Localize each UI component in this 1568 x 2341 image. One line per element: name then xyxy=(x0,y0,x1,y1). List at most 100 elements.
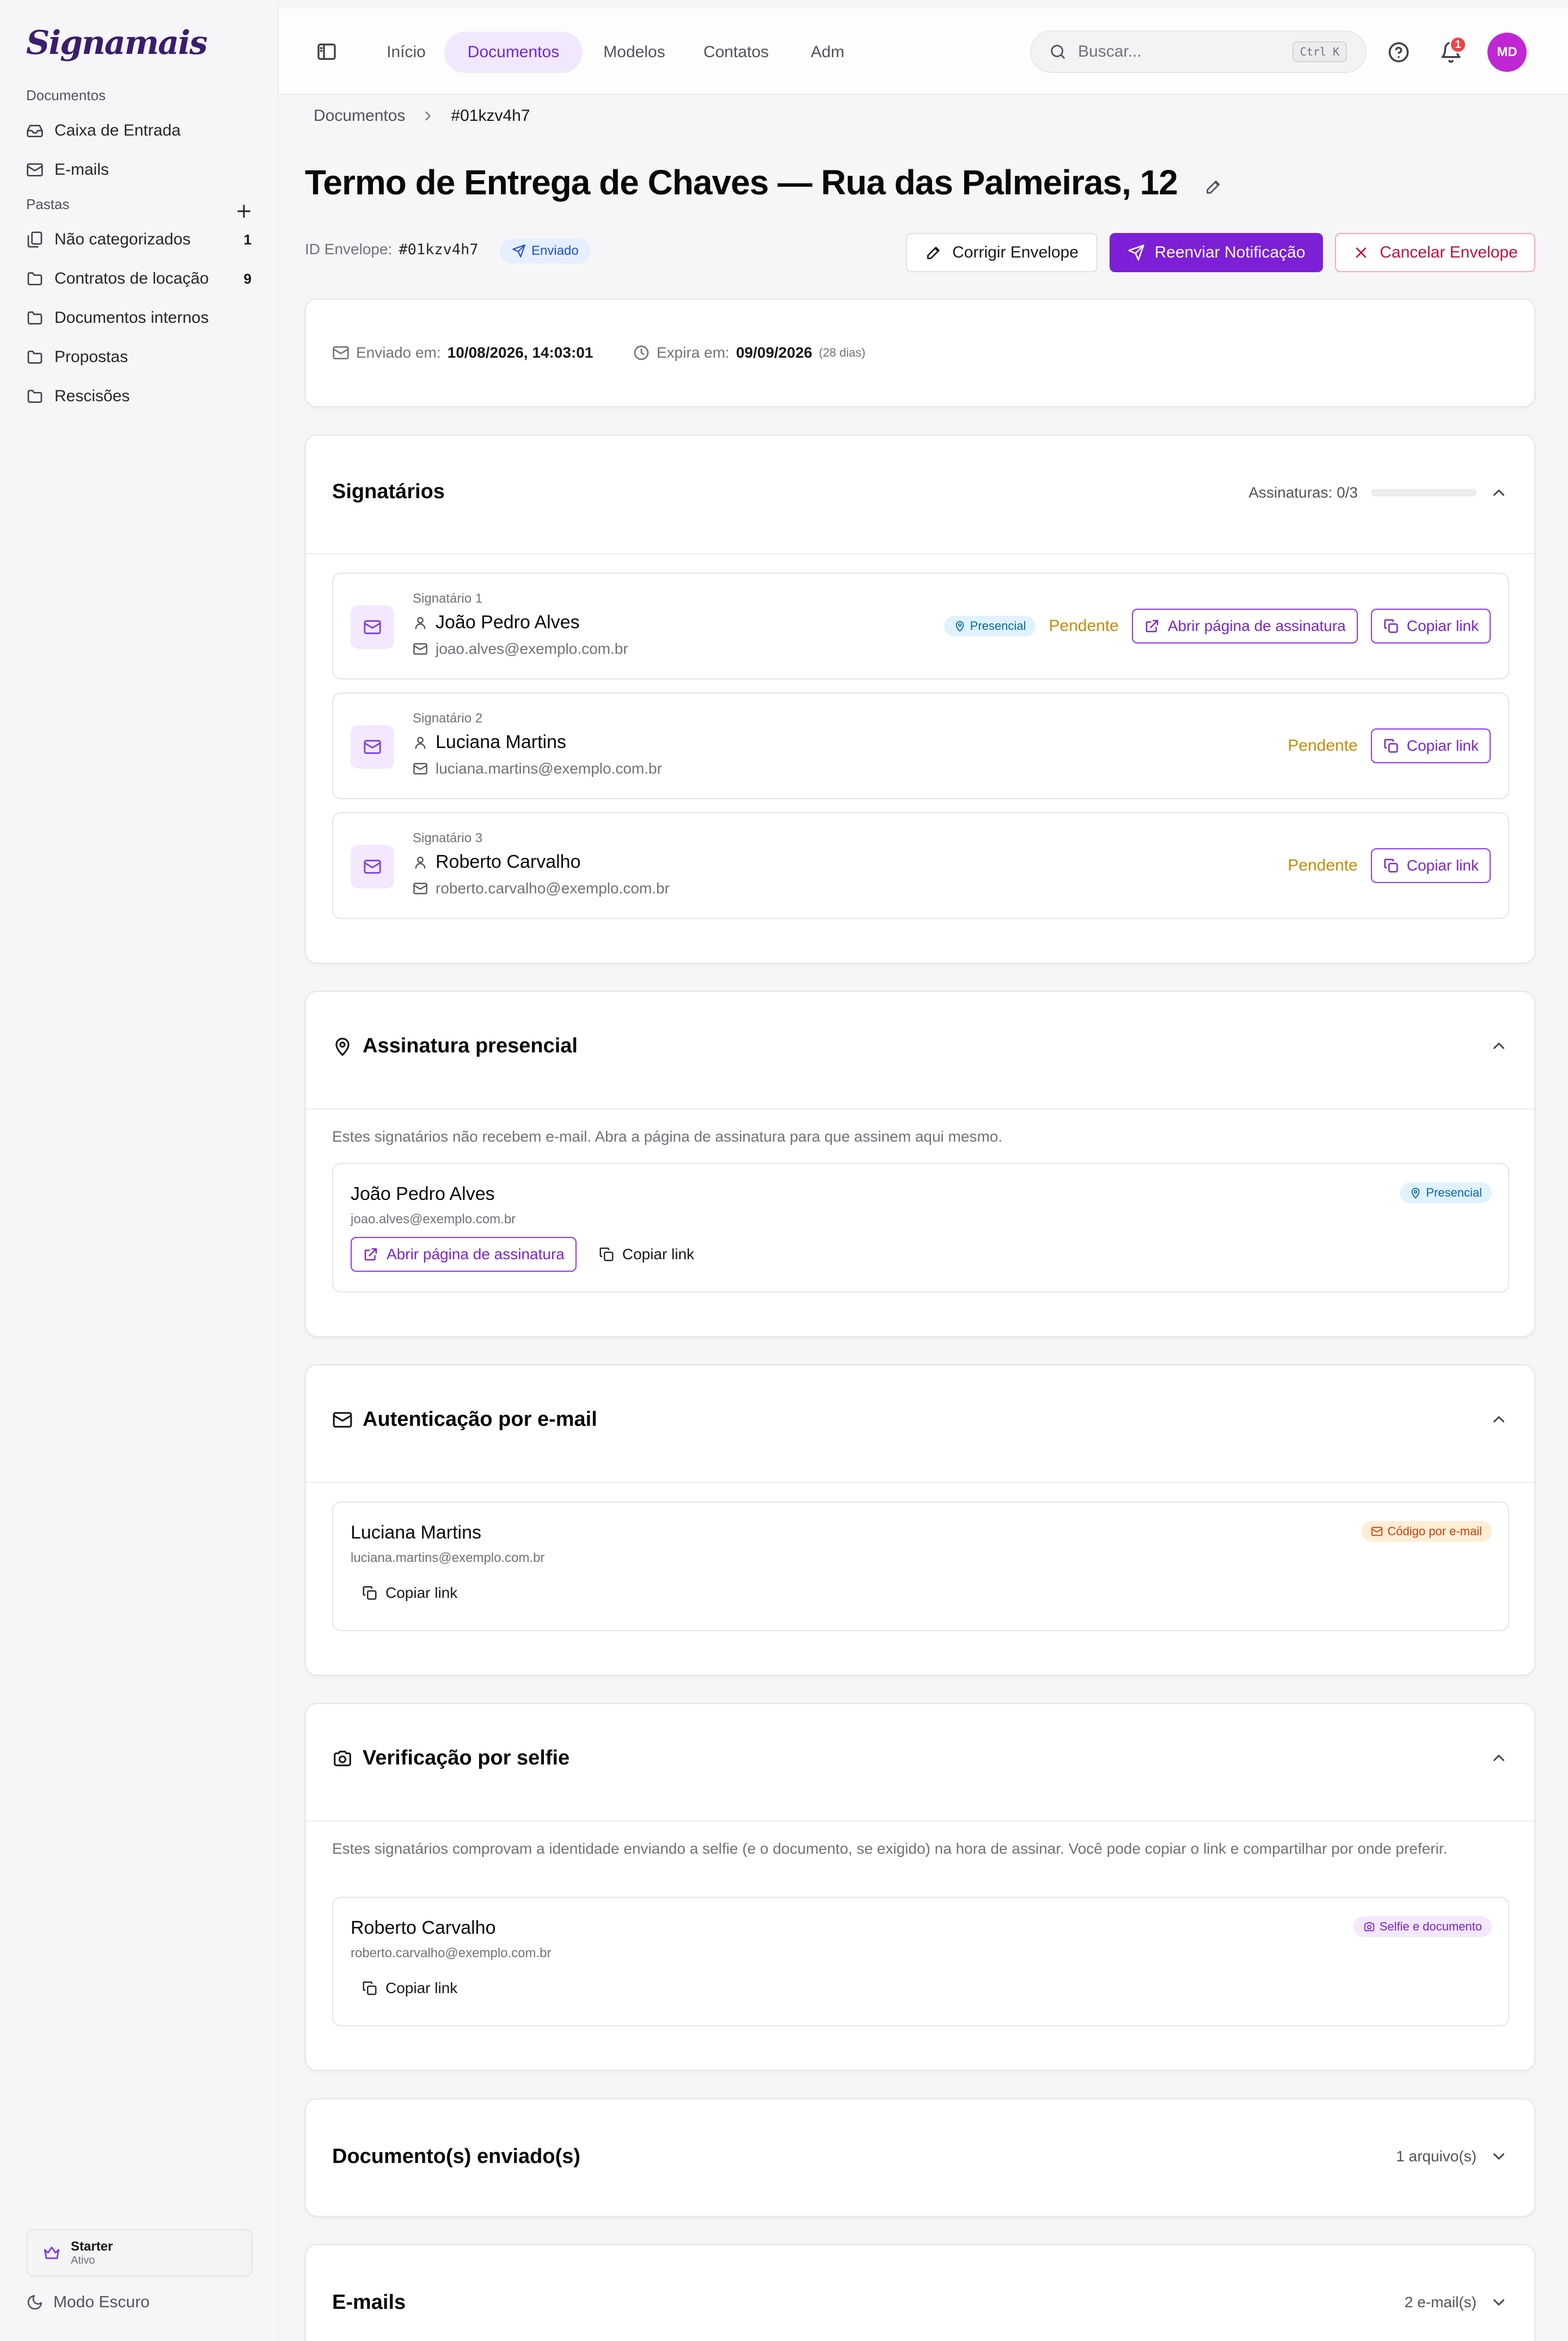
copy-link-button[interactable]: Copiar link xyxy=(351,1971,468,2006)
chevron-right-icon xyxy=(420,108,436,124)
selfie-card-header[interactable]: Verificação por selfie xyxy=(332,1746,1508,1770)
chevron-up-icon[interactable] xyxy=(1490,483,1508,502)
copy-link-button[interactable]: Copiar link xyxy=(587,1237,705,1272)
sidebar-item-internal-documents[interactable]: Documentos internos xyxy=(26,302,252,334)
sent-value: 10/08/2026, 14:03:01 xyxy=(447,344,593,361)
folder-icon xyxy=(26,388,44,405)
email-auth-card-header[interactable]: Autenticação por e-mail xyxy=(332,1408,1508,1431)
signer-row-1: Signatário 1 João Pedro Alves joao.alves… xyxy=(332,573,1509,679)
resend-notification-button[interactable]: Reenviar Notificação xyxy=(1110,233,1323,272)
email-auth-actions: Copiar link xyxy=(351,1576,468,1610)
folder-icon xyxy=(26,270,44,287)
tab-documents[interactable]: Documentos xyxy=(444,32,583,73)
plan-card[interactable]: Starter Ativo xyxy=(26,2229,253,2277)
search-shortcut: Ctrl K xyxy=(1292,41,1347,62)
copy-link-button[interactable]: Copiar link xyxy=(351,1576,468,1610)
copy-icon xyxy=(362,1585,378,1601)
sidebar-item-uncategorized[interactable]: Não categorizados 1 xyxy=(26,223,252,256)
selfie-badge: Selfie e documento xyxy=(1353,1916,1492,1937)
folder-count: 1 xyxy=(243,231,252,248)
sidebar-item-label: Propostas xyxy=(54,348,128,366)
copy-link-button[interactable]: Copiar link xyxy=(1370,609,1491,644)
sidebar-item-rental-contracts[interactable]: Contratos de locação 9 xyxy=(26,262,252,295)
open-signing-page-button[interactable]: Abrir página de assinatura xyxy=(1131,609,1358,644)
button-label: Abrir página de assinatura xyxy=(1167,617,1346,634)
map-pin-icon xyxy=(954,620,966,632)
close-icon xyxy=(1352,244,1370,261)
signer-email: joao.alves@exemplo.com.br xyxy=(351,1212,516,1227)
sidebar-item-terminations[interactable]: Rescisões xyxy=(26,380,252,413)
user-icon xyxy=(413,735,428,750)
progress-bar xyxy=(1371,489,1477,497)
chevron-down-icon[interactable] xyxy=(1490,2147,1508,2166)
breadcrumb-documents[interactable]: Documentos xyxy=(314,107,405,125)
pencil-icon[interactable] xyxy=(1204,177,1223,196)
brand-logo[interactable]: Signamais xyxy=(26,24,208,62)
mail-icon xyxy=(363,618,382,636)
card-title: Autenticação por e-mail xyxy=(363,1408,597,1431)
correct-envelope-button[interactable]: Corrigir Envelope xyxy=(906,233,1098,272)
cancel-envelope-button[interactable]: Cancelar Envelope xyxy=(1335,233,1535,272)
top-navigation: Início Documentos Modelos Contatos Adm B… xyxy=(279,9,1568,95)
user-icon xyxy=(413,855,428,870)
copy-link-button[interactable]: Copiar link xyxy=(1370,728,1491,763)
card-collapse[interactable] xyxy=(1490,1410,1508,1429)
external-link-icon xyxy=(1144,618,1160,634)
signer-email: luciana.martins@exemplo.com.br xyxy=(413,760,662,777)
help-icon[interactable] xyxy=(1387,41,1410,64)
email-auth-item: Luciana Martins luciana.martins@exemplo.… xyxy=(332,1502,1509,1631)
dark-mode-toggle[interactable]: Modo Escuro xyxy=(26,2293,150,2312)
progress-label: Assinaturas: 0/3 xyxy=(1248,484,1358,501)
expires-value: 09/09/2026 xyxy=(736,344,812,361)
button-label: Abrir página de assinatura xyxy=(387,1246,565,1263)
chevron-up-icon[interactable] xyxy=(1490,1410,1508,1429)
emails-card: E-mails 2 e-mail(s) xyxy=(305,2244,1535,2341)
mail-icon xyxy=(413,881,428,896)
search-input[interactable]: Buscar... xyxy=(1078,42,1142,61)
expiry-date: Expira em: 09/09/2026 (28 dias) xyxy=(633,344,866,361)
sidebar-item-inbox[interactable]: Caixa de Entrada xyxy=(26,114,252,147)
summary-label: 2 e-mail(s) xyxy=(1404,2294,1477,2311)
copy-icon xyxy=(1383,738,1399,754)
documents-card-header[interactable]: Documento(s) enviado(s) xyxy=(332,2145,1508,2168)
chevron-down-icon[interactable] xyxy=(1490,2293,1508,2312)
folder-icon xyxy=(26,309,44,327)
documents-summary[interactable]: 1 arquivo(s) xyxy=(1396,2147,1508,2166)
in-person-card-header[interactable]: Assinatura presencial xyxy=(332,1034,1508,1058)
user-avatar[interactable]: MD xyxy=(1487,33,1527,72)
tab-admin[interactable]: Adm xyxy=(791,32,865,73)
signer-name-text: Luciana Martins xyxy=(436,732,567,752)
sidebar-item-label: E-mails xyxy=(54,161,109,179)
mail-icon xyxy=(1371,1525,1383,1537)
button-label: Copiar link xyxy=(622,1246,695,1263)
sidebar-item-label: Documentos internos xyxy=(54,309,209,327)
mail-icon xyxy=(363,857,382,876)
selfie-card: Verificação por selfie Estes signatários… xyxy=(305,1703,1535,2071)
chevron-up-icon[interactable] xyxy=(1490,1037,1508,1055)
card-collapse[interactable] xyxy=(1490,1037,1508,1055)
tab-home[interactable]: Início xyxy=(366,32,446,73)
clock-icon xyxy=(633,344,650,361)
emails-card-header[interactable]: E-mails xyxy=(332,2291,1508,2314)
sidebar-toggle-icon[interactable] xyxy=(316,41,338,63)
signer-status: Pendente xyxy=(1049,617,1119,635)
tab-templates[interactable]: Modelos xyxy=(583,32,686,73)
badge-label: Selfie e documento xyxy=(1379,1920,1482,1933)
copy-link-button[interactable]: Copiar link xyxy=(1370,848,1491,883)
breadcrumb: Documentos #01kzv4h7 xyxy=(314,107,530,125)
signer-row-2: Signatário 2 Luciana Martins luciana.mar… xyxy=(332,693,1509,799)
sidebar-item-proposals[interactable]: Propostas xyxy=(26,341,252,373)
sidebar-group-documents: Documentos xyxy=(26,87,106,103)
card-collapse[interactable] xyxy=(1490,1749,1508,1767)
expires-remaining: (28 dias) xyxy=(818,346,866,359)
emails-summary[interactable]: 2 e-mail(s) xyxy=(1405,2293,1508,2312)
sidebar-item-emails[interactable]: E-mails xyxy=(26,154,252,186)
map-pin-icon xyxy=(332,1036,353,1057)
search-box[interactable]: Buscar... Ctrl K xyxy=(1030,30,1367,73)
tab-contacts[interactable]: Contatos xyxy=(682,32,791,73)
signer-name: João Pedro Alves xyxy=(351,1184,495,1204)
open-signing-page-button[interactable]: Abrir página de assinatura xyxy=(351,1237,577,1272)
signer-email: roberto.carvalho@exemplo.com.br xyxy=(413,880,670,897)
add-folder-icon[interactable] xyxy=(234,201,254,221)
chevron-up-icon[interactable] xyxy=(1490,1749,1508,1767)
